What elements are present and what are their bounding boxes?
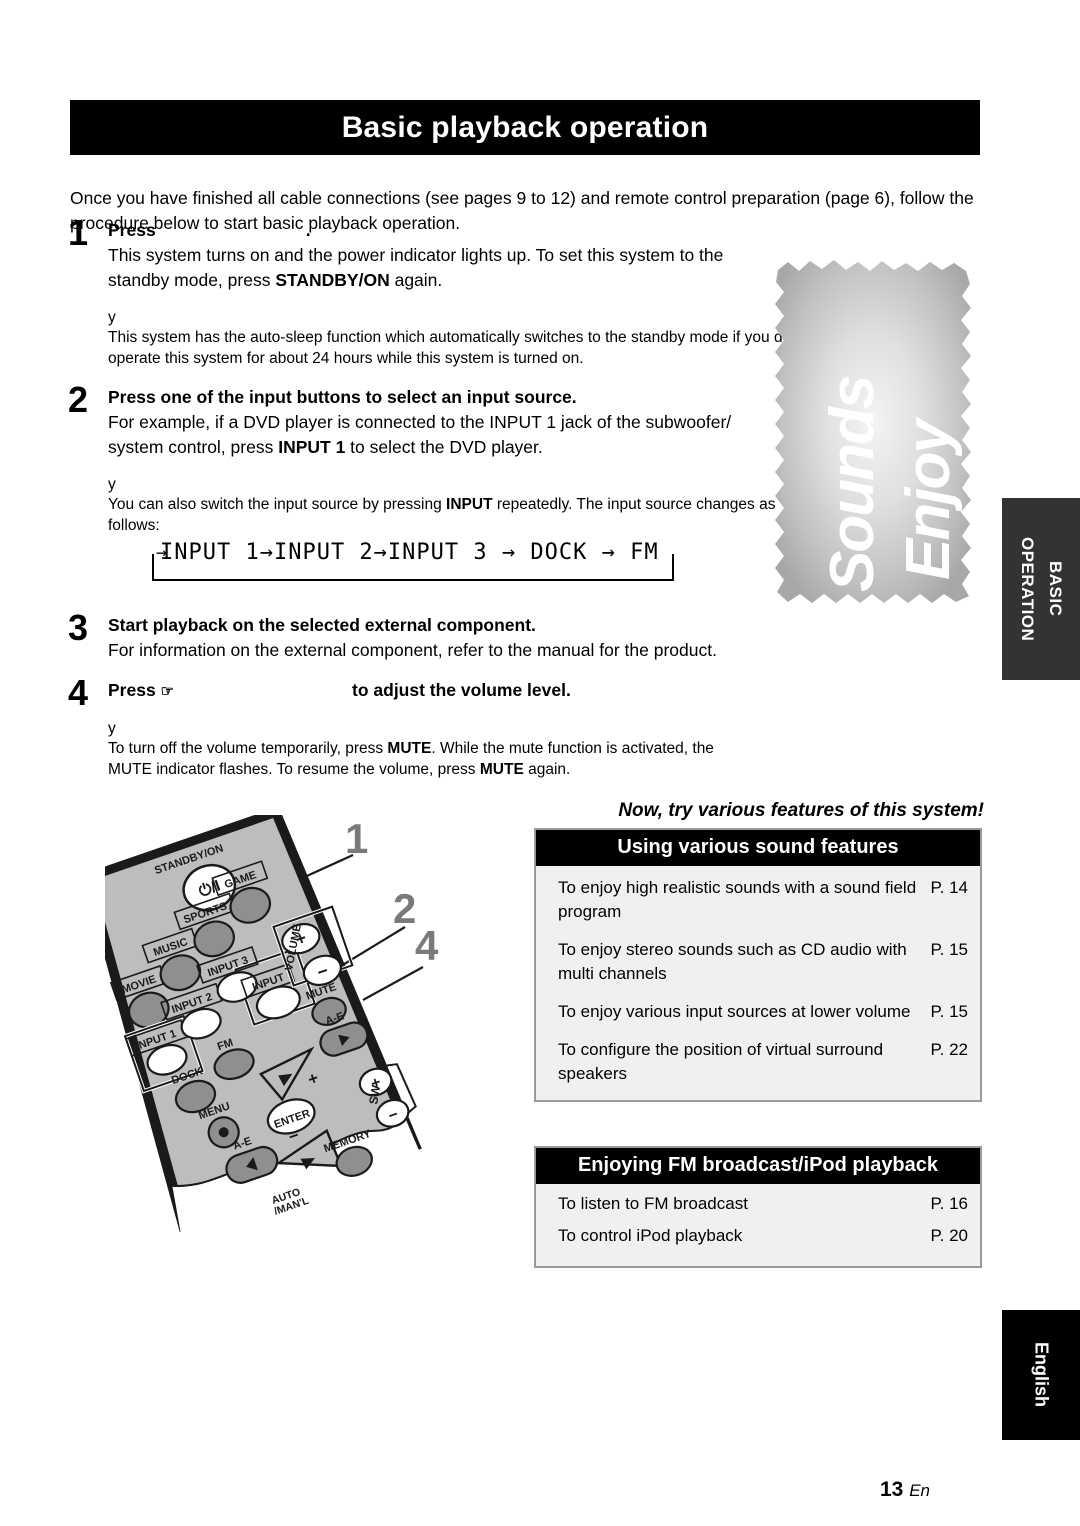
step-2-description: For example, if a DVD player is connecte… (108, 410, 808, 460)
step-4-tip: y To turn off the volume temporarily, pr… (108, 720, 808, 780)
feature-row-text: To enjoy various input sources at lower … (558, 1002, 911, 1021)
feature-row[interactable]: P. 16 To listen to FM broadcast (558, 1192, 968, 1216)
feature-row-text: To configure the position of virtual sur… (558, 1040, 884, 1083)
step-4-heading: Press ☞ to adjust the volume level. (108, 678, 808, 704)
step-2-desc-line2-a: system control, press (108, 437, 279, 457)
step-2-tip-marker: y (108, 476, 116, 493)
feature-row-text: To enjoy high realistic sounds with a so… (558, 878, 917, 921)
step-1-tip: y This system has the auto-sleep functio… (108, 309, 820, 369)
side-tab-basic-operation: BASIC OPERATION (1002, 498, 1080, 680)
step-1-number: 1 (68, 212, 89, 253)
page-title: Basic playback operation (341, 110, 709, 144)
feature-row-text: To enjoy stereo sounds such as CD audio … (558, 940, 907, 983)
step-2-number: 2 (68, 379, 89, 420)
feature-row[interactable]: P. 22 To configure the position of virtu… (558, 1038, 968, 1086)
step-1-heading-suffix: . (305, 220, 311, 240)
step-4: 4 Press ☞ to adjust the volume level. y T… (68, 672, 788, 780)
feature-row-page: P. 22 (930, 1040, 968, 1059)
feature-row[interactable]: P. 20 To control iPod playback (558, 1224, 968, 1248)
side-tab-line-1: BASIC (1046, 561, 1065, 617)
step-1-description: This system turns on and the power indic… (108, 243, 808, 293)
enjoy-word: Enjoy (894, 421, 963, 580)
input-cycle-loop-box (152, 554, 674, 581)
step-1: 1 Press. This system turns on and the po… (68, 212, 817, 369)
step-1-tip-text: This system has the auto-sleep function … (108, 329, 818, 367)
step-1-desc-line2-c: again. (389, 270, 443, 290)
feature-table-sound-rows: P. 14 To enjoy high realistic sounds wit… (536, 866, 980, 1100)
feature-row[interactable]: P. 15 To enjoy various input sources at … (558, 1000, 968, 1024)
step-3-description: For information on the external componen… (108, 640, 717, 660)
step-3: 3 Start playback on the selected externa… (68, 607, 788, 663)
page-number: 13 En (880, 1478, 930, 1502)
pointing-hand-icon: ☞ (160, 683, 175, 700)
now-try-heading: Now, try various features of this system… (618, 800, 984, 821)
feature-table-fm-ipod: Enjoying FM broadcast/iPod playback P. 1… (534, 1146, 982, 1268)
step-2-input-1-ref: INPUT 1 (278, 437, 346, 457)
side-tab-line-2: OPERATION (1018, 536, 1037, 642)
step-2-tip-text-a: You can also switch the input source by … (108, 496, 447, 513)
side-tab-english: English (1002, 1310, 1080, 1440)
step-1-heading: Press. (108, 218, 808, 243)
step-4-number: 4 (68, 672, 89, 713)
feature-row-page: P. 15 (930, 1002, 968, 1021)
step-4-tip-line2-c: again. (523, 761, 571, 778)
step-4-tip-line2-a: MUTE indicator flashes. To resume the vo… (108, 761, 480, 778)
step-1-standby-on-ref: STANDBY/ON (275, 270, 390, 290)
step-1-desc-line2-a: standby mode, press (108, 270, 276, 290)
feature-table-sound: Using various sound features P. 14 To en… (534, 828, 982, 1102)
step-4-heading-prefix: Press (108, 680, 156, 700)
enjoy-sounds-rotated-text: Enjoy Sounds (772, 258, 976, 606)
step-2-tip: y You can also switch the input source b… (108, 476, 820, 536)
step-2-heading: Press one of the input buttons to select… (108, 387, 577, 407)
feature-row-page: P. 14 (930, 878, 968, 897)
feature-row-page: P. 15 (930, 940, 968, 959)
feature-table-sound-title: Using various sound features (536, 830, 980, 866)
remote-body: ⏻/I STANDBY/ON MOVIE MUSIC SPORTS GAME I… (81, 806, 426, 1250)
step-2-input-ref: INPUT (446, 496, 493, 513)
step-4-tip-line1-a: To turn off the volume temporarily, pres… (108, 740, 388, 757)
feature-row[interactable]: P. 14 To enjoy high realistic sounds wit… (558, 876, 968, 924)
sounds-word: Sounds (818, 376, 887, 592)
step-4-mute-ref-2: MUTE (479, 761, 524, 778)
step-3-heading: Start playback on the selected external … (108, 615, 536, 635)
page-header-banner: Basic playback operation (70, 100, 980, 155)
step-4-mute-ref-1: MUTE (387, 740, 432, 757)
step-2-desc-line2-c: to select the DVD player. (345, 437, 543, 457)
feature-row-page: P. 20 (930, 1226, 968, 1245)
side-tab-english-label: English (1031, 1342, 1052, 1408)
input-source-cycle-diagram: → INPUT 1→INPUT 2→INPUT 3 → DOCK → FM (152, 540, 682, 586)
step-2-desc-line1: For example, if a DVD player is connecte… (108, 412, 732, 432)
step-4-tip-line1-c: . While the mute function is activated, … (431, 740, 714, 757)
page-language-code: En (909, 1481, 930, 1500)
step-4-tip-marker: y (108, 720, 116, 737)
step-4-heading-suffix: to adjust the volume level. (352, 680, 571, 700)
step-1-desc-line1: This system turns on and the power indic… (108, 245, 724, 265)
feature-row-text: To listen to FM broadcast (558, 1194, 748, 1213)
step-3-number: 3 (68, 607, 89, 648)
remote-control-drawing: ⏻/I STANDBY/ON MOVIE MUSIC SPORTS GAME I… (81, 806, 426, 1250)
enjoy-sounds-decorative-graphic: Enjoy Sounds (772, 258, 976, 606)
feature-table-fm-rows: P. 16 To listen to FM broadcast P. 20 To… (536, 1184, 980, 1266)
feature-row-text: To control iPod playback (558, 1226, 743, 1245)
side-tab-basic-operation-label: BASIC OPERATION (1013, 537, 1069, 641)
remote-control-illustration: ⏻/I STANDBY/ON MOVIE MUSIC SPORTS GAME I… (81, 806, 525, 1250)
step-2: 2 Press one of the input buttons to sele… (68, 379, 788, 536)
step-1-heading-prefix: Press (108, 220, 156, 240)
feature-table-fm-title: Enjoying FM broadcast/iPod playback (536, 1148, 980, 1184)
page-number-value: 13 (880, 1478, 904, 1501)
step-1-tip-marker: y (108, 309, 116, 326)
feature-row-page: P. 16 (930, 1194, 968, 1213)
feature-row[interactable]: P. 15 To enjoy stereo sounds such as CD … (558, 938, 968, 986)
